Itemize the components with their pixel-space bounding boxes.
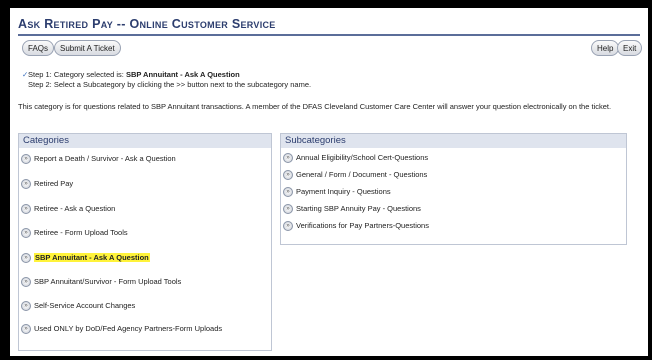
page-title: Ask Retired Pay -- Online Customer Servi… [18, 14, 640, 36]
category-label: Self-Service Account Changes [34, 301, 136, 310]
category-item[interactable]: » Retired Pay [21, 179, 74, 190]
subcategory-item[interactable]: » Payment Inquiry - Questions [283, 187, 391, 198]
subcategory-label: Starting SBP Annuity Pay - Questions [296, 204, 421, 213]
arrow-button-icon[interactable]: » [21, 301, 31, 312]
category-item[interactable]: » Retiree - Ask a Question [21, 204, 116, 215]
arrow-button-icon[interactable]: » [21, 324, 31, 335]
category-label: SBP Annuitant/Survivor - Form Upload Too… [34, 277, 182, 286]
categories-heading: Categories [19, 134, 271, 148]
exit-button[interactable]: Exit [617, 40, 643, 56]
category-label: SBP Annuitant - Ask A Question [34, 253, 150, 262]
steps-block: ✓Step 1: Category selected is: SBP Annui… [22, 70, 311, 90]
subcategory-item[interactable]: » Verifications for Pay Partners-Question… [283, 221, 429, 232]
selected-category-text: SBP Annuitant - Ask A Question [125, 70, 240, 79]
subcategory-label: Annual Eligibility/School Cert-Questions [296, 153, 429, 162]
category-label: Report a Death / Survivor - Ask a Questi… [34, 154, 176, 163]
step-1-label: Step 1: Category selected is: [28, 70, 126, 79]
submit-ticket-button[interactable]: Submit A Ticket [54, 40, 121, 56]
arrow-button-icon[interactable]: » [21, 154, 31, 165]
category-label: Retiree - Form Upload Tools [34, 228, 128, 237]
subcategory-item[interactable]: » Annual Eligibility/School Cert-Question… [283, 153, 429, 164]
subcategories-heading: Subcategories [281, 134, 626, 148]
category-item[interactable]: » SBP Annuitant/Survivor - Form Upload To… [21, 277, 182, 288]
arrow-button-icon[interactable]: » [283, 153, 293, 164]
arrow-button-icon[interactable]: » [21, 277, 31, 288]
step-2: Step 2: Select a Subcategory by clicking… [22, 80, 311, 90]
category-item-selected[interactable]: » SBP Annuitant - Ask A Question [21, 253, 150, 264]
subcategory-item[interactable]: » Starting SBP Annuity Pay - Questions [283, 204, 421, 215]
toolbar: FAQs Submit A Ticket Help Exit [18, 40, 643, 60]
arrow-button-icon[interactable]: » [283, 221, 293, 232]
arrow-button-icon[interactable]: » [21, 253, 31, 264]
step-1: ✓Step 1: Category selected is: SBP Annui… [22, 70, 311, 80]
category-label: Used ONLY by DoD/Fed Agency Partners-For… [34, 324, 223, 333]
category-label: Retiree - Ask a Question [34, 204, 116, 213]
subcategory-label: Payment Inquiry - Questions [296, 187, 391, 196]
arrow-button-icon[interactable]: » [21, 179, 31, 190]
help-button[interactable]: Help [591, 40, 620, 56]
category-item[interactable]: » Used ONLY by DoD/Fed Agency Partners-Fo… [21, 324, 261, 335]
arrow-button-icon[interactable]: » [283, 204, 293, 215]
subcategory-label: Verifications for Pay Partners-Questions [296, 221, 429, 230]
step-2-label: Step 2: Select a Subcategory by clicking… [28, 80, 312, 89]
arrow-button-icon[interactable]: » [21, 204, 31, 215]
arrow-button-icon[interactable]: » [21, 228, 31, 239]
subcategory-label: General / Form / Document - Questions [296, 170, 428, 179]
subcategory-item[interactable]: » General / Form / Document - Questions [283, 170, 428, 181]
arrow-button-icon[interactable]: » [283, 170, 293, 181]
category-description: This category is for questions related t… [18, 102, 612, 111]
faqs-button[interactable]: FAQs [22, 40, 55, 56]
category-label: Retired Pay [34, 179, 74, 188]
categories-panel: Categories » Report a Death / Survivor - … [18, 133, 272, 351]
category-item[interactable]: » Report a Death / Survivor - Ask a Quest… [21, 154, 176, 165]
arrow-button-icon[interactable]: » [283, 187, 293, 198]
app-window: Ask Retired Pay -- Online Customer Servi… [10, 8, 648, 356]
category-item[interactable]: » Retiree - Form Upload Tools [21, 228, 128, 239]
category-item[interactable]: » Self-Service Account Changes [21, 301, 136, 312]
subcategories-panel: Subcategories » Annual Eligibility/School… [280, 133, 627, 245]
